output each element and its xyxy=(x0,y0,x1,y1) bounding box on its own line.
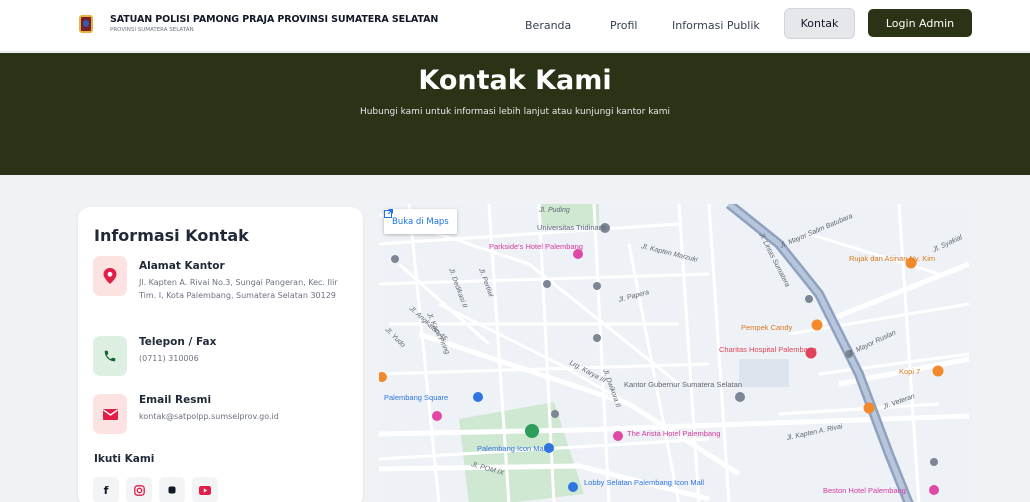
brand-subtitle: PROVINSI SUMATERA SELATAN xyxy=(110,27,194,33)
instagram-button[interactable] xyxy=(126,477,152,502)
phone-icon-box xyxy=(93,336,127,376)
facebook-button[interactable]: f xyxy=(93,477,119,502)
external-link-icon xyxy=(384,209,393,218)
youtube-button[interactable] xyxy=(192,477,218,502)
login-admin-button[interactable]: Login Admin xyxy=(868,9,972,37)
nav-informasi-publik[interactable]: Informasi Publik xyxy=(672,19,760,32)
phone-icon xyxy=(104,350,116,362)
follow-us-title: Ikuti Kami xyxy=(94,453,155,465)
place-label: Kopi 7 xyxy=(899,367,920,376)
address-icon-box xyxy=(93,256,127,296)
address-label: Alamat Kantor xyxy=(139,260,225,272)
place-label: Kantor Gubernur Sumatera Selatan xyxy=(624,380,742,389)
place-label: Charitas Hospital Palembang xyxy=(719,345,816,354)
place-label: The Arista Hotel Palembang xyxy=(627,429,720,438)
place-label: Pempek Candy xyxy=(741,323,793,332)
phone-value[interactable]: (0711) 310006 xyxy=(139,352,344,365)
hero-banner: Kontak Kami Hubungi kami untuk informasi… xyxy=(0,53,1030,175)
place-label: Lobby Selatan Palembang Icon Mall xyxy=(584,478,704,487)
email-icon-box xyxy=(93,394,127,434)
map-canvas[interactable]: Jl. Puding Jl. Kapten Marzuki Jl. Mayor … xyxy=(379,204,971,502)
email-label: Email Resmi xyxy=(139,394,212,406)
email-value[interactable]: kontak@satpolpp.sumselprov.go.id xyxy=(139,410,344,423)
place-label: Beston Hotel Palembang xyxy=(823,486,906,495)
open-in-maps-button[interactable]: Buka di Maps xyxy=(384,209,457,234)
top-navbar: SATUAN POLISI PAMONG PRAJA PROVINSI SUMA… xyxy=(0,0,1030,52)
contact-card-title: Informasi Kontak xyxy=(94,226,249,245)
phone-label: Telepon / Fax xyxy=(139,336,217,348)
place-label: Palembang Square xyxy=(384,393,448,402)
facebook-icon: f xyxy=(103,483,109,497)
building-area xyxy=(739,359,789,387)
place-label: Palembang Icon Mall xyxy=(477,444,547,453)
tiktok-icon xyxy=(168,486,176,494)
page-title: Kontak Kami xyxy=(418,65,612,96)
open-in-maps-label: Buka di Maps xyxy=(392,216,449,227)
nav-profil[interactable]: Profil xyxy=(610,19,637,32)
mail-icon xyxy=(102,408,118,420)
contact-info-card: Informasi Kontak Alamat Kantor Jl. Kapte… xyxy=(78,207,363,502)
place-label: Universitas Tridinanti xyxy=(537,223,607,232)
street-label: Jl. Puding xyxy=(538,207,570,214)
brand-title[interactable]: SATUAN POLISI PAMONG PRAJA PROVINSI SUMA… xyxy=(110,14,438,25)
page-subtitle: Hubungi kami untuk informasi lebih lanju… xyxy=(359,107,671,117)
place-label: Rujak dan Asinan Ny. Kim xyxy=(849,254,935,263)
address-value: Jl. Kapten A. Rivai No.3, Sungai Pangera… xyxy=(139,278,338,300)
instagram-icon xyxy=(133,484,145,496)
youtube-icon xyxy=(199,485,211,495)
tiktok-button[interactable] xyxy=(159,477,185,502)
google-map-embed[interactable]: Jl. Puding Jl. Kapten Marzuki Jl. Mayor … xyxy=(379,204,971,502)
place-label: Parkside's Hotel Palembang xyxy=(489,242,583,251)
map-pin-icon xyxy=(103,268,117,284)
nav-beranda[interactable]: Beranda xyxy=(525,19,571,32)
satpolpp-logo[interactable] xyxy=(79,15,93,33)
nav-kontak[interactable]: Kontak xyxy=(784,8,855,39)
